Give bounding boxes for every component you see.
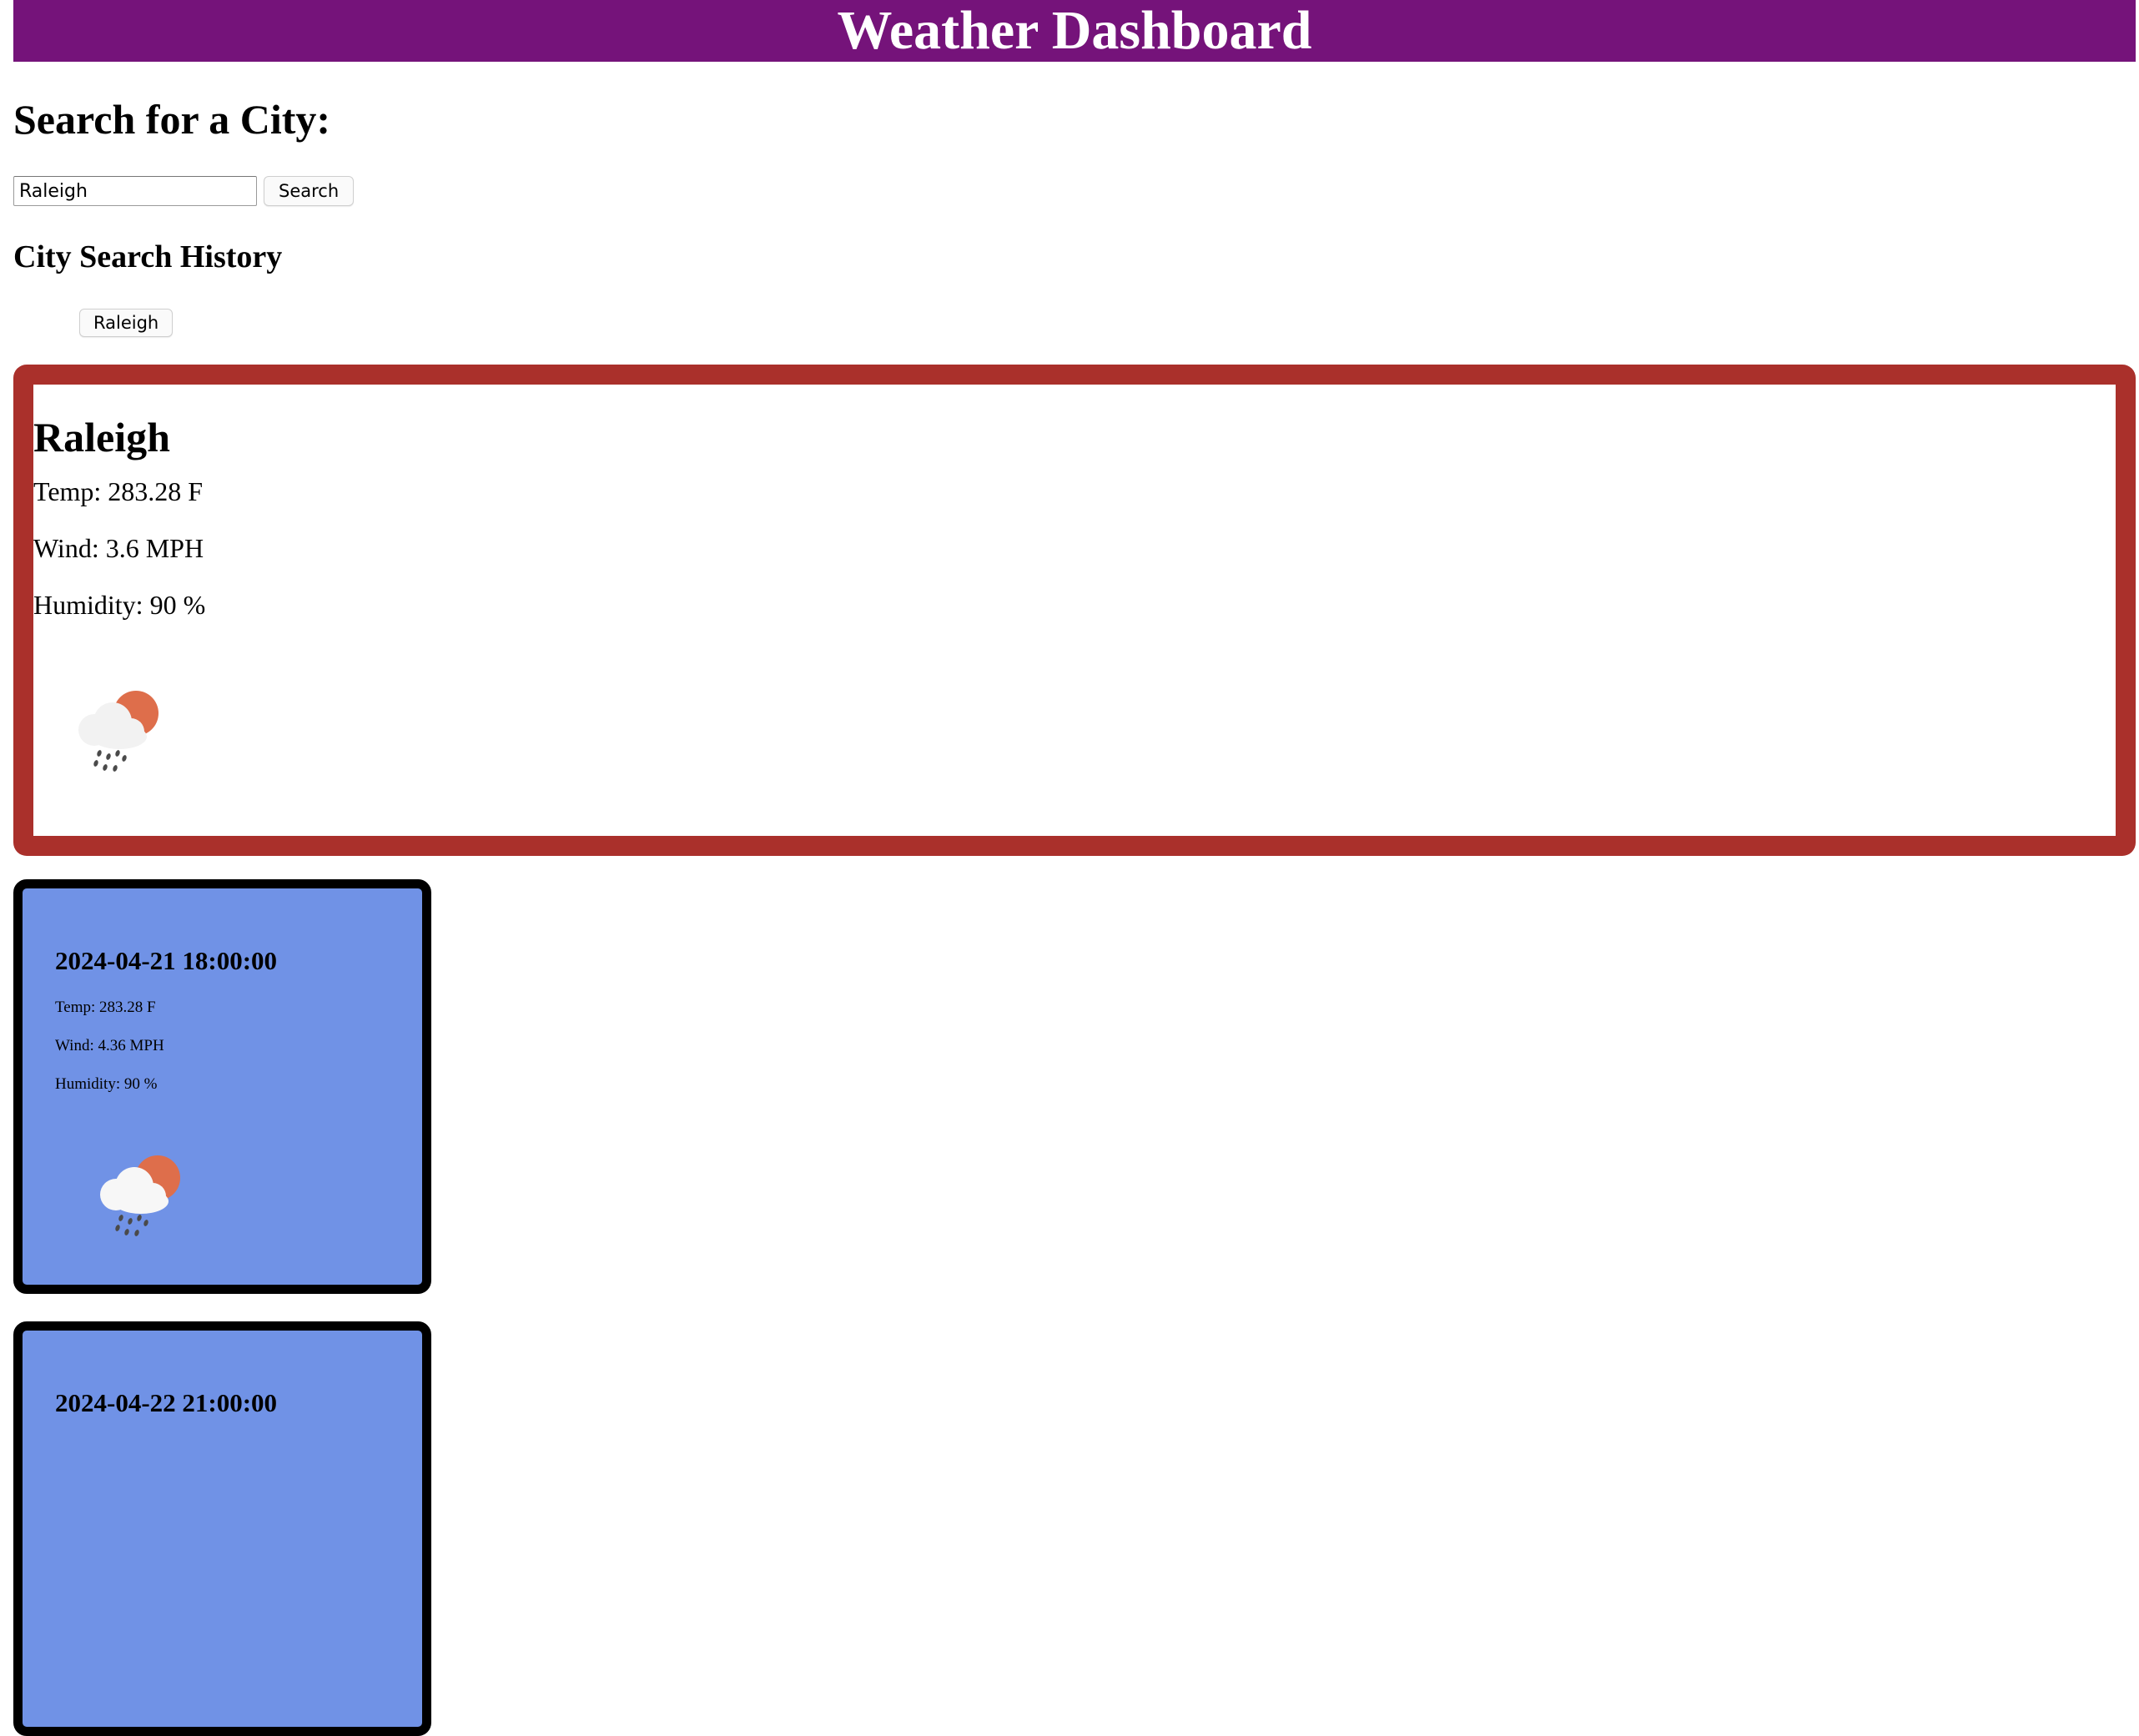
app-header: Weather Dashboard [13,0,2136,62]
forecast-card: 2024-04-22 21:00:00 [13,1321,431,1736]
forecast-date: 2024-04-21 18:00:00 [55,946,278,975]
rain-sun-cloud-icon [93,1153,184,1244]
forecast-humidity: Humidity: 90 % [55,1075,158,1093]
forecast-temp: Temp: 283.28 F [55,999,156,1016]
search-heading: Search for a City: [13,96,331,143]
current-humidity: Humidity: 90 % [33,590,206,620]
current-city-name: Raleigh [33,414,170,460]
current-weather-card: Raleigh Temp: 283.28 F Wind: 3.6 MPH Hum… [13,365,2136,856]
app-title: Weather Dashboard [837,0,1312,61]
search-button[interactable]: Search [264,176,355,206]
rain-sun-cloud-icon [71,688,163,779]
history-heading: City Search History [13,239,283,274]
history-item: Raleigh [79,309,174,337]
city-search-input[interactable] [13,176,257,206]
current-wind: Wind: 3.6 MPH [33,533,204,563]
page: Weather Dashboard Search for a City: Sea… [13,0,2136,1736]
history-button-raleigh[interactable]: Raleigh [79,309,174,337]
search-form: Search [13,176,355,206]
forecast-wind: Wind: 4.36 MPH [55,1037,164,1054]
forecast-card: 2024-04-21 18:00:00 Temp: 283.28 F Wind:… [13,879,431,1294]
forecast-date: 2024-04-22 21:00:00 [55,1388,278,1417]
current-temp: Temp: 283.28 F [33,476,204,506]
history-list: Raleigh [79,309,174,337]
